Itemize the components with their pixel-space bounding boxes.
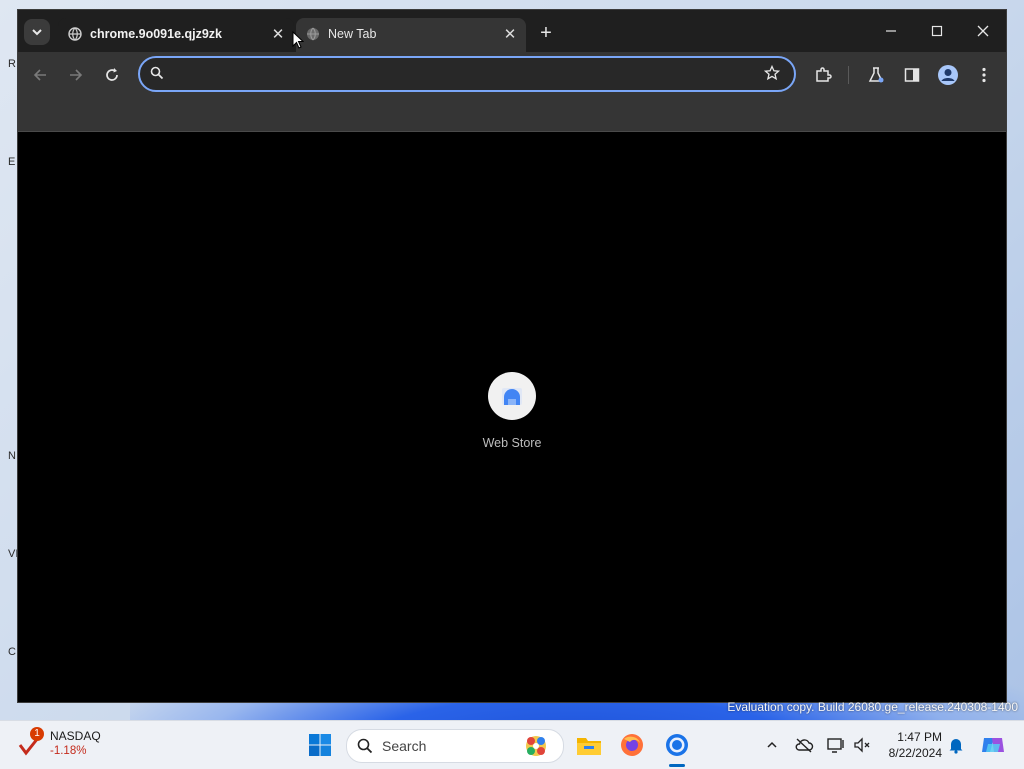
active-app-indicator	[669, 764, 685, 767]
arrow-right-icon	[70, 69, 83, 81]
stock-change: -1.18%	[50, 745, 87, 757]
tab-new-tab[interactable]: New Tab ✕	[296, 18, 526, 52]
file-explorer-button[interactable]	[575, 731, 603, 759]
side-panel-icon	[904, 68, 920, 82]
search-icon	[357, 738, 373, 754]
tab-strip: chrome.9o091e.qjz9zk ✕ New Tab ✕ +	[18, 10, 1006, 52]
bookmarks-bar	[18, 98, 1006, 132]
back-button[interactable]	[28, 63, 52, 87]
taskbar: 1 NASDAQ -1.18% Search 1:47 PM 8/22/2024	[0, 720, 1024, 769]
firefox-icon	[621, 734, 643, 756]
reload-button[interactable]	[100, 63, 124, 87]
desktop-icon-label[interactable]: R	[0, 58, 18, 80]
desktop-icon-label[interactable]: C	[0, 646, 18, 668]
forward-button[interactable]	[64, 63, 88, 87]
close-window-button[interactable]	[960, 18, 1006, 48]
globe-icon	[68, 27, 82, 41]
tab-title: chrome.9o091e.qjz9zk	[90, 27, 223, 41]
tab-chrome-url[interactable]: chrome.9o091e.qjz9zk ✕	[58, 18, 294, 52]
shortcut-web-store[interactable]: Web Store	[470, 372, 554, 462]
kebab-menu-icon	[982, 67, 986, 83]
chevron-down-icon	[32, 29, 42, 36]
copilot-button[interactable]	[980, 735, 1006, 755]
side-panel-button[interactable]	[900, 63, 924, 87]
chrome-icon	[666, 734, 688, 756]
tab-close-button[interactable]: ✕	[268, 25, 288, 45]
display-network-icon	[827, 738, 844, 753]
evaluation-watermark: Evaluation copy. Build 26080.ge_release.…	[727, 700, 1018, 714]
shortcut-label: Web Store	[482, 436, 542, 450]
toolbar	[18, 52, 1006, 98]
desktop-icon-label[interactable]: VI	[0, 548, 18, 570]
desktop-icon-label[interactable]: N	[0, 450, 18, 472]
web-store-icon	[502, 388, 522, 405]
taskbar-search[interactable]: Search	[346, 729, 564, 763]
profile-button[interactable]	[936, 63, 960, 87]
clock-date: 8/22/2024	[888, 746, 942, 760]
arrow-left-icon	[33, 69, 46, 81]
avatar-icon	[938, 65, 958, 85]
chevron-up-icon	[767, 741, 777, 748]
search-icon	[150, 66, 164, 80]
new-tab-page: Web Store	[18, 132, 1006, 702]
chrome-button[interactable]	[663, 731, 691, 759]
search-highlight-icon	[526, 736, 546, 756]
desktop-icon-label[interactable]: E	[0, 156, 18, 178]
maximize-icon	[931, 25, 943, 37]
minimize-icon	[886, 30, 896, 32]
minimize-button[interactable]	[868, 18, 914, 48]
onedrive-button[interactable]	[794, 735, 814, 755]
maximize-button[interactable]	[914, 18, 960, 48]
reload-icon	[106, 68, 118, 81]
extensions-button[interactable]	[811, 63, 835, 87]
tray-overflow-button[interactable]	[762, 735, 782, 755]
globe-icon	[307, 27, 319, 41]
clock-time: 1:47 PM	[897, 730, 942, 744]
puzzle-icon	[816, 67, 832, 82]
file-explorer-icon	[577, 738, 601, 755]
new-tab-button[interactable]: +	[534, 22, 558, 46]
browser-window: chrome.9o091e.qjz9zk ✕ New Tab ✕ + Web S…	[18, 10, 1006, 702]
toolbar-divider	[848, 66, 849, 84]
menu-button[interactable]	[972, 63, 996, 87]
bookmark-star-icon[interactable]	[764, 65, 780, 81]
flask-icon	[868, 67, 884, 83]
notifications-button[interactable]	[946, 735, 966, 755]
search-label: Search	[382, 738, 427, 754]
stock-widget[interactable]: 1 NASDAQ -1.18%	[18, 727, 118, 763]
address-input[interactable]	[174, 63, 738, 87]
notification-badge: 1	[30, 727, 44, 741]
speaker-muted-icon	[854, 737, 870, 753]
network-button[interactable]	[826, 735, 846, 755]
copilot-icon	[982, 738, 1004, 752]
stock-name: NASDAQ	[50, 729, 101, 743]
volume-button[interactable]	[852, 735, 872, 755]
mouse-cursor-icon	[292, 31, 304, 49]
tab-search-button[interactable]	[24, 19, 50, 45]
windows-logo-icon	[309, 734, 331, 756]
tab-title: New Tab	[328, 27, 377, 41]
close-icon	[977, 25, 989, 37]
omnibox[interactable]	[138, 56, 796, 92]
bell-icon	[949, 739, 963, 754]
firefox-button[interactable]	[618, 731, 646, 759]
shortcut-icon-circle	[488, 372, 536, 420]
tab-close-button[interactable]: ✕	[500, 25, 520, 45]
clock[interactable]: 1:47 PM 8/22/2024	[880, 729, 942, 761]
cloud-offline-icon	[795, 738, 814, 753]
start-button[interactable]	[308, 733, 332, 757]
labs-button[interactable]	[864, 63, 888, 87]
